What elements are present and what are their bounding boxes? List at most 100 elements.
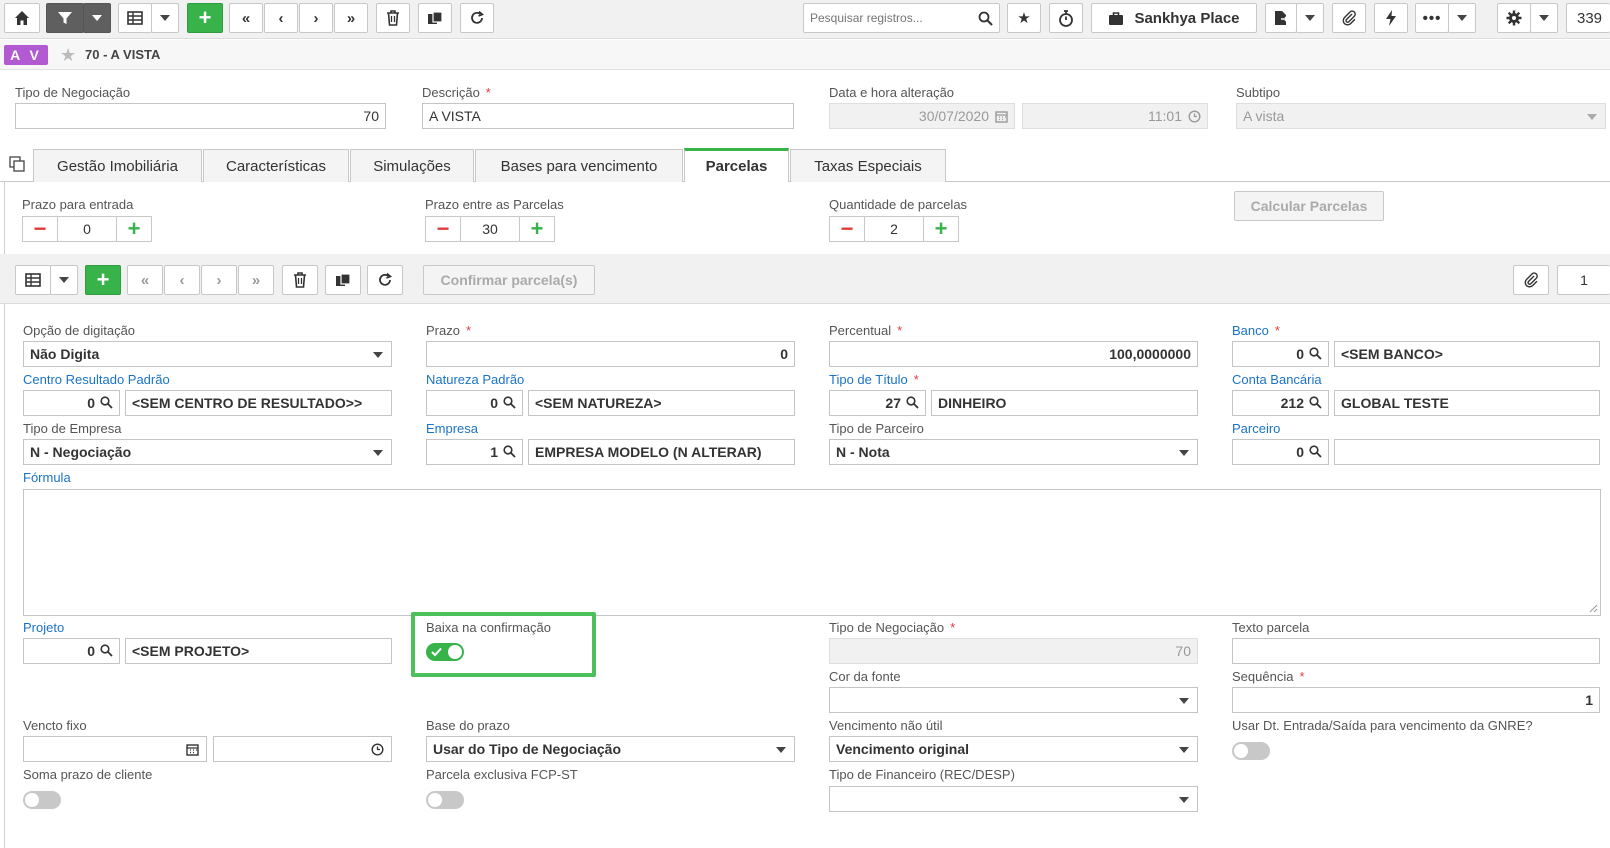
quantidade-parcelas-minus-button[interactable]: − [829, 216, 865, 242]
tipo-parceiro-select[interactable]: N - Nota [829, 439, 1198, 465]
search-icon[interactable] [100, 396, 113, 409]
favorite-button[interactable]: ★ [1007, 3, 1041, 33]
tipo-empresa-select[interactable]: N - Negociação [23, 439, 392, 465]
search-icon[interactable] [503, 445, 516, 458]
view-dropdown-button[interactable] [151, 3, 179, 33]
descricao-field[interactable]: A VISTA [422, 103, 794, 129]
search-icon[interactable] [100, 644, 113, 657]
search-icon[interactable] [1309, 445, 1322, 458]
filter-button[interactable] [46, 3, 84, 33]
centro-resultado-code-field[interactable]: 0 [23, 390, 120, 416]
tipo-negociacao-field[interactable]: 70 [15, 103, 386, 129]
grid-view-button[interactable] [118, 3, 152, 33]
conta-bancaria-label[interactable]: Conta Bancária [1232, 372, 1322, 387]
tab-taxas-especiais[interactable]: Taxas Especiais [790, 149, 946, 182]
search-input[interactable] [804, 4, 969, 32]
tipo-titulo-code-field[interactable]: 27 [829, 390, 926, 416]
parceiro-code-field[interactable]: 0 [1232, 439, 1329, 465]
grid-first-button[interactable]: « [127, 265, 163, 295]
grid-refresh-button[interactable] [367, 265, 403, 295]
tipo-financeiro-select[interactable] [829, 786, 1198, 812]
texto-parcela-field[interactable] [1232, 638, 1600, 664]
grid-delete-button[interactable] [282, 265, 318, 295]
grid-view-button[interactable] [15, 265, 51, 295]
last-record-button[interactable]: » [334, 3, 368, 33]
previous-record-button[interactable]: ‹ [264, 3, 298, 33]
settings-button[interactable] [1497, 3, 1531, 33]
prazo-entrada-plus-button[interactable]: + [116, 216, 152, 242]
prazo-entre-plus-button[interactable]: + [519, 216, 555, 242]
vencimento-nao-util-select[interactable]: Vencimento original [829, 736, 1198, 762]
centro-resultado-label[interactable]: Centro Resultado Padrão [23, 372, 170, 387]
copy-tabs-icon[interactable] [9, 156, 25, 172]
sequencia-field[interactable]: 1 [1232, 687, 1600, 713]
soma-prazo-toggle[interactable] [23, 791, 61, 809]
grid-last-button[interactable]: » [238, 265, 274, 295]
formula-label[interactable]: Fórmula [23, 470, 71, 485]
banco-label[interactable]: Banco * [1232, 323, 1280, 338]
percentual-field[interactable]: 100,0000000 [829, 341, 1198, 367]
base-prazo-select[interactable]: Usar do Tipo de Negociação [426, 736, 795, 762]
tab-caracteristicas[interactable]: Características [203, 149, 349, 182]
more-dropdown-button[interactable] [1448, 3, 1476, 33]
empresa-code-field[interactable]: 1 [426, 439, 523, 465]
tab-simulacoes[interactable]: Simulações [350, 149, 474, 182]
duplicate-button[interactable] [418, 3, 452, 33]
first-record-button[interactable]: « [229, 3, 263, 33]
confirmar-parcelas-button[interactable]: Confirmar parcela(s) [423, 265, 595, 295]
refresh-button[interactable] [460, 3, 494, 33]
vencto-fixo-date-field[interactable] [23, 736, 207, 762]
natureza-code-field[interactable]: 0 [426, 390, 523, 416]
search-icon[interactable] [906, 396, 919, 409]
add-parcela-button[interactable]: + [85, 265, 121, 295]
actions-button[interactable] [1374, 3, 1408, 33]
grid-previous-button[interactable]: ‹ [164, 265, 200, 295]
parceiro-label[interactable]: Parceiro [1232, 421, 1280, 436]
grid-attachment-button[interactable] [1513, 265, 1549, 295]
tipo-titulo-label[interactable]: Tipo de Título * [829, 372, 919, 387]
prazo-entre-minus-button[interactable]: − [425, 216, 461, 242]
gnre-toggle[interactable] [1232, 742, 1270, 760]
search-icon[interactable] [1309, 347, 1322, 360]
report-button[interactable] [1265, 3, 1297, 33]
tab-bases-vencimento[interactable]: Bases para vencimento [475, 149, 683, 182]
baixa-confirmacao-toggle[interactable] [426, 643, 464, 661]
tab-gestao-imobiliaria[interactable]: Gestão Imobiliária [33, 149, 202, 182]
add-button[interactable]: + [187, 3, 223, 33]
vencto-fixo-time-field[interactable] [213, 736, 392, 762]
banco-code-field[interactable]: 0 [1232, 341, 1329, 367]
search-icon[interactable] [503, 396, 516, 409]
more-button[interactable]: ••• [1415, 3, 1449, 33]
search-icon[interactable] [1309, 396, 1322, 409]
calendar-icon[interactable] [186, 743, 199, 756]
prazo-entre-value[interactable]: 30 [461, 216, 519, 242]
settings-dropdown-button[interactable] [1530, 3, 1558, 33]
attachment-button[interactable] [1332, 3, 1366, 33]
tab-parcelas[interactable]: Parcelas [684, 148, 789, 182]
cor-fonte-select[interactable] [829, 687, 1198, 713]
sankhya-place-button[interactable]: Sankhya Place [1091, 3, 1257, 33]
clock-icon[interactable] [371, 743, 384, 756]
calcular-parcelas-button[interactable]: Calcular Parcelas [1234, 191, 1384, 221]
projeto-code-field[interactable]: 0 [23, 638, 120, 664]
search-icon[interactable] [978, 11, 993, 26]
report-dropdown-button[interactable] [1296, 3, 1324, 33]
empresa-label[interactable]: Empresa [426, 421, 478, 436]
formula-textarea[interactable] [23, 489, 1601, 616]
grid-duplicate-button[interactable] [325, 265, 361, 295]
prazo-field[interactable]: 0 [426, 341, 795, 367]
quantidade-parcelas-value[interactable]: 2 [865, 216, 923, 242]
natureza-label[interactable]: Natureza Padrão [426, 372, 524, 387]
delete-button[interactable] [376, 3, 410, 33]
parcela-fcp-toggle[interactable] [426, 791, 464, 809]
timer-button[interactable] [1049, 3, 1083, 33]
projeto-label[interactable]: Projeto [23, 620, 64, 635]
next-record-button[interactable]: › [299, 3, 333, 33]
quantidade-parcelas-plus-button[interactable]: + [923, 216, 959, 242]
opcao-digitacao-select[interactable]: Não Digita [23, 341, 392, 367]
prazo-entrada-value[interactable]: 0 [58, 216, 116, 242]
resize-handle-icon[interactable] [1589, 604, 1598, 613]
prazo-entrada-minus-button[interactable]: − [22, 216, 58, 242]
home-button[interactable] [4, 3, 40, 33]
grid-next-button[interactable]: › [201, 265, 237, 295]
